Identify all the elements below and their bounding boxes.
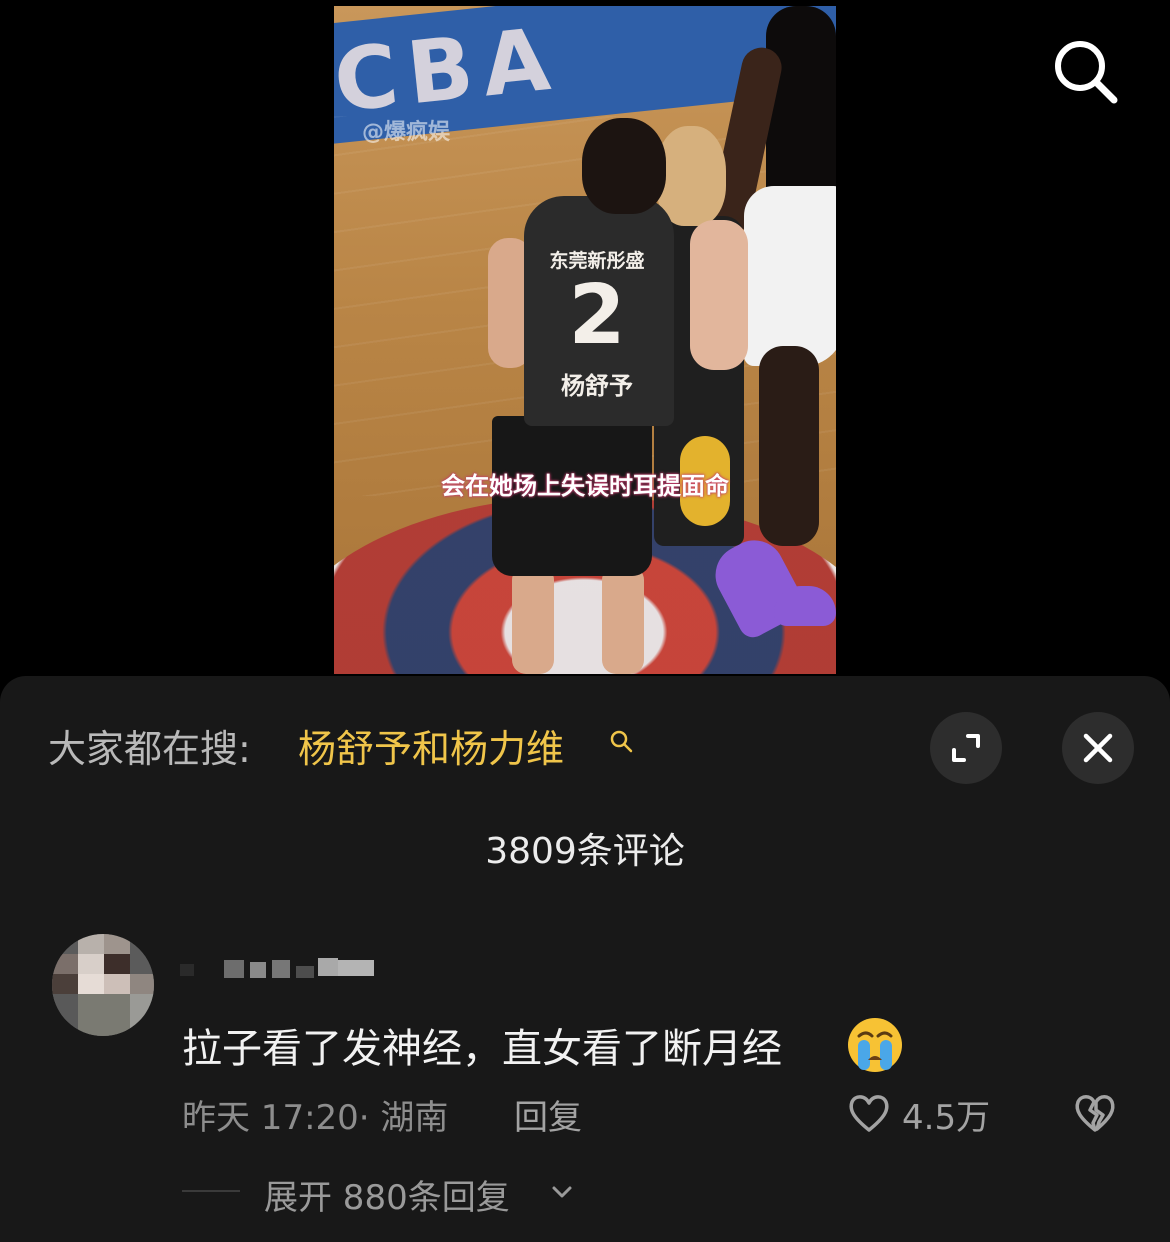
comment-text: 拉子看了发神经，直女看了断月经 — [182, 1026, 782, 1072]
crying-face-emoji — [846, 1016, 904, 1074]
expand-icon — [952, 734, 980, 762]
screen: CBA @爆疯娱 东莞新彤盛 2 杨舒予 会在她场上失误时耳提面命 大家都在搜:… — [0, 0, 1170, 1242]
close-button[interactable] — [1062, 712, 1134, 784]
heart-icon[interactable] — [846, 1090, 892, 1136]
broken-heart-icon[interactable] — [1072, 1090, 1118, 1136]
jersey-number: 2 — [568, 268, 626, 363]
reply-button[interactable]: 回复 — [514, 1090, 582, 1139]
player-a-head — [582, 118, 666, 214]
expand-replies-button[interactable]: 展开 880条回复 — [264, 1170, 510, 1219]
player-a-leg — [602, 566, 644, 674]
chevron-down-icon[interactable] — [550, 1180, 574, 1204]
video-watermark: @爆疯娱 — [362, 120, 451, 145]
jersey-player-name: 杨舒予 — [561, 372, 633, 400]
username-blurred[interactable] — [180, 958, 380, 982]
player-a-leg — [512, 566, 554, 674]
comment-sheet: 大家都在搜: 杨舒予和杨力维 3809条评论 拉子看了发神经，直女看了断月经 昨… — [0, 676, 1170, 1242]
video-caption: 会在她场上失误时耳提面命 — [441, 472, 729, 500]
comment-time-location: 昨天 17:20· 湖南 — [182, 1098, 449, 1138]
video-player[interactable]: CBA @爆疯娱 东莞新彤盛 2 杨舒予 会在她场上失误时耳提面命 — [334, 6, 836, 674]
search-icon[interactable] — [1048, 34, 1124, 110]
player-b-arm — [690, 220, 748, 370]
search-icon[interactable] — [608, 728, 636, 756]
player-b-head — [656, 126, 726, 226]
player-c-leg — [759, 346, 819, 546]
player-c-body — [744, 186, 836, 366]
avatar[interactable] — [52, 934, 154, 1036]
trending-search-label: 大家都在搜: — [48, 727, 251, 771]
purple-shoe — [774, 586, 836, 626]
trending-search-term[interactable]: 杨舒予和杨力维 — [298, 718, 564, 773]
comment-count-title: 3809条评论 — [485, 831, 685, 872]
reply-divider — [182, 1190, 240, 1192]
expand-button[interactable] — [930, 712, 1002, 784]
close-icon — [1083, 733, 1113, 763]
like-count: 4.5万 — [902, 1098, 991, 1138]
